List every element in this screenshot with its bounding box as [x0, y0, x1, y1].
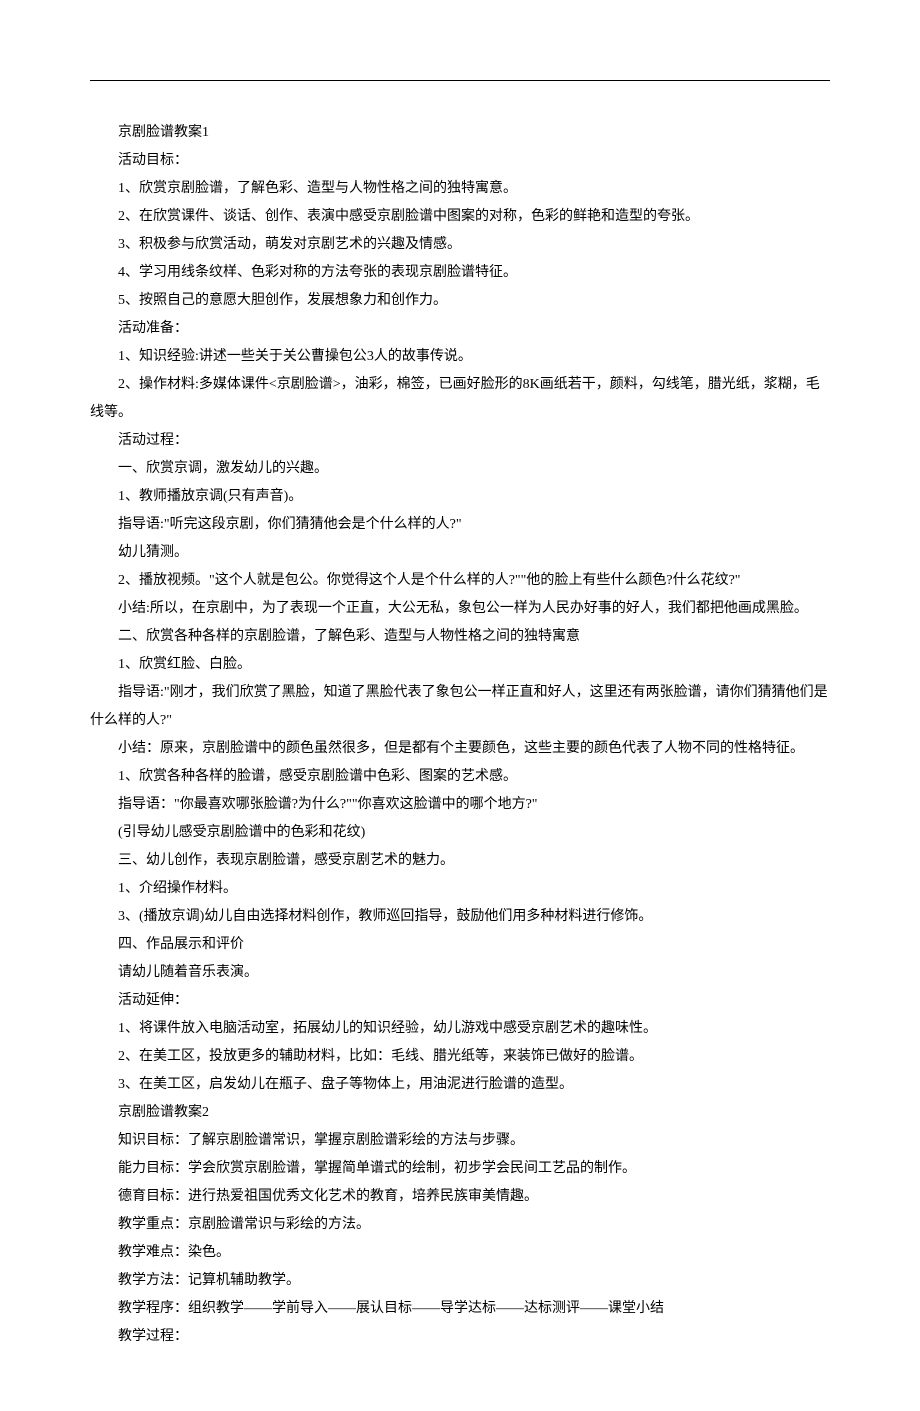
paragraph-line: 活动延伸： [90, 987, 830, 1015]
paragraph-line: 能力目标：学会欣赏京剧脸谱，掌握简单谱式的绘制，初步学会民间工艺品的制作。 [90, 1155, 830, 1183]
paragraph-line: 1、欣赏红脸、白脸。 [90, 651, 830, 679]
paragraph-line: 教学程序：组织教学——学前导入——展认目标——导学达标——达标测评——课堂小结 [90, 1295, 830, 1323]
paragraph-line: 幼儿猜测。 [90, 539, 830, 567]
document-page: 京剧脸谱教案1活动目标：1、欣赏京剧脸谱，了解色彩、造型与人物性格之间的独特寓意… [0, 0, 920, 1411]
paragraph-line: 1、欣赏京剧脸谱，了解色彩、造型与人物性格之间的独特寓意。 [90, 175, 830, 203]
paragraph-line: 指导语:"听完这段京剧，你们猜猜他会是个什么样的人?" [90, 511, 830, 539]
paragraph-line: 德育目标：进行热爱祖国优秀文化艺术的教育，培养民族审美情趣。 [90, 1183, 830, 1211]
paragraph-line: 教学难点：染色。 [90, 1239, 830, 1267]
paragraph-line: 教学过程： [90, 1323, 830, 1351]
paragraph-line: 京剧脸谱教案1 [90, 119, 830, 147]
document-body: 京剧脸谱教案1活动目标：1、欣赏京剧脸谱，了解色彩、造型与人物性格之间的独特寓意… [90, 119, 830, 1351]
paragraph-line: 3、在美工区，启发幼儿在瓶子、盘子等物体上，用油泥进行脸谱的造型。 [90, 1071, 830, 1099]
paragraph-line: 教学方法：记算机辅助教学。 [90, 1267, 830, 1295]
paragraph-line: 1、将课件放入电脑活动室，拓展幼儿的知识经验，幼儿游戏中感受京剧艺术的趣味性。 [90, 1015, 830, 1043]
paragraph-line: 指导语:"刚才，我们欣赏了黑脸，知道了黑脸代表了象包公一样正直和好人，这里还有两… [90, 679, 830, 735]
paragraph-line: 活动过程： [90, 427, 830, 455]
paragraph-line: 1、教师播放京调(只有声音)。 [90, 483, 830, 511]
paragraph-line: 2、播放视频。"这个人就是包公。你觉得这个人是个什么样的人?""他的脸上有些什么… [90, 567, 830, 595]
paragraph-line: 教学重点：京剧脸谱常识与彩绘的方法。 [90, 1211, 830, 1239]
paragraph-line: 活动准备： [90, 315, 830, 343]
paragraph-line: 1、欣赏各种各样的脸谱，感受京剧脸谱中色彩、图案的艺术感。 [90, 763, 830, 791]
paragraph-line: 二、欣赏各种各样的京剧脸谱，了解色彩、造型与人物性格之间的独特寓意 [90, 623, 830, 651]
paragraph-line: (引导幼儿感受京剧脸谱中的色彩和花纹) [90, 819, 830, 847]
paragraph-line: 1、介绍操作材料。 [90, 875, 830, 903]
paragraph-line: 2、在美工区，投放更多的辅助材料，比如：毛线、腊光纸等，来装饰已做好的脸谱。 [90, 1043, 830, 1071]
paragraph-line: 2、在欣赏课件、谈话、创作、表演中感受京剧脸谱中图案的对称，色彩的鲜艳和造型的夸… [90, 203, 830, 231]
paragraph-line: 四、作品展示和评价 [90, 931, 830, 959]
header-divider [90, 80, 830, 81]
paragraph-line: 4、学习用线条纹样、色彩对称的方法夸张的表现京剧脸谱特征。 [90, 259, 830, 287]
paragraph-line: 小结:所以，在京剧中，为了表现一个正直，大公无私，象包公一样为人民办好事的好人，… [90, 595, 830, 623]
paragraph-line: 小结：原来，京剧脸谱中的颜色虽然很多，但是都有个主要颜色，这些主要的颜色代表了人… [90, 735, 830, 763]
paragraph-line: 三、幼儿创作，表现京剧脸谱，感受京剧艺术的魅力。 [90, 847, 830, 875]
paragraph-line: 京剧脸谱教案2 [90, 1099, 830, 1127]
paragraph-line: 3、(播放京调)幼儿自由选择材料创作，教师巡回指导，鼓励他们用多种材料进行修饰。 [90, 903, 830, 931]
paragraph-line: 3、积极参与欣赏活动，萌发对京剧艺术的兴趣及情感。 [90, 231, 830, 259]
paragraph-line: 5、按照自己的意愿大胆创作，发展想象力和创作力。 [90, 287, 830, 315]
paragraph-line: 指导语："你最喜欢哪张脸谱?为什么?""你喜欢这脸谱中的哪个地方?" [90, 791, 830, 819]
paragraph-line: 一、欣赏京调，激发幼儿的兴趣。 [90, 455, 830, 483]
paragraph-line: 1、知识经验:讲述一些关于关公曹操包公3人的故事传说。 [90, 343, 830, 371]
paragraph-line: 2、操作材料:多媒体课件<京剧脸谱>，油彩，棉签，已画好脸形的8K画纸若干，颜料… [90, 371, 830, 427]
paragraph-line: 知识目标：了解京剧脸谱常识，掌握京剧脸谱彩绘的方法与步骤。 [90, 1127, 830, 1155]
paragraph-line: 活动目标： [90, 147, 830, 175]
paragraph-line: 请幼儿随着音乐表演。 [90, 959, 830, 987]
